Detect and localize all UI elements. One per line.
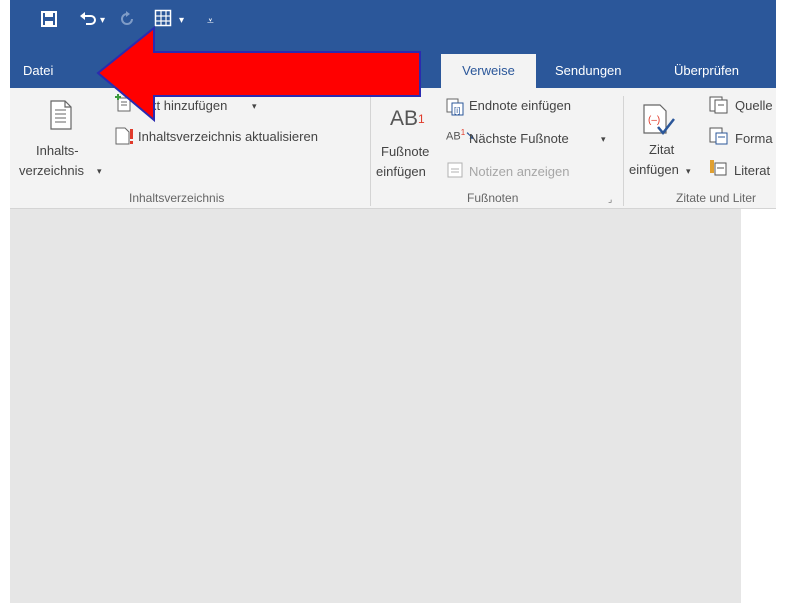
toc-group-label: Inhaltsverzeichnis bbox=[129, 191, 225, 205]
citations-group-label: Zitate und Liter bbox=[676, 191, 757, 205]
footnotes-group-label: Fußnoten bbox=[467, 191, 519, 205]
separator bbox=[623, 96, 624, 206]
insert-footnote-label-2[interactable]: einfügen bbox=[376, 164, 426, 180]
toc-dropdown-icon[interactable]: ▾ bbox=[97, 163, 102, 179]
manage-sources-label[interactable]: Quelle bbox=[735, 98, 773, 114]
style-icon[interactable] bbox=[709, 127, 729, 145]
insert-footnote-label-1[interactable]: Fußnote bbox=[381, 144, 429, 160]
insert-endnote-label[interactable]: Endnote einfügen bbox=[469, 98, 571, 114]
next-footnote-dropdown-icon[interactable]: ▾ bbox=[601, 131, 606, 147]
footnotes-dialog-launcher-icon[interactable]: ⌟ bbox=[608, 192, 612, 206]
show-notes-label: Notizen anzeigen bbox=[469, 164, 570, 179]
update-toc-label[interactable]: Inhaltsverzeichnis aktualisieren bbox=[138, 129, 318, 145]
document-workspace[interactable] bbox=[10, 209, 776, 603]
style-label[interactable]: Forma bbox=[735, 131, 773, 147]
red-arrow-annotation bbox=[96, 26, 421, 123]
table-of-contents-icon[interactable] bbox=[49, 100, 73, 130]
insert-citation-label-1[interactable]: Zitat bbox=[649, 142, 674, 158]
tab-review[interactable]: Überprüfen bbox=[674, 61, 739, 81]
insert-citation-label-2[interactable]: einfügen bbox=[629, 162, 679, 178]
svg-text:(–): (–) bbox=[648, 115, 660, 126]
bibliography-icon[interactable] bbox=[709, 158, 729, 176]
tab-mailings[interactable]: Sendungen bbox=[555, 61, 622, 81]
tab-references[interactable]: Verweise bbox=[441, 54, 536, 88]
save-icon[interactable] bbox=[40, 10, 58, 28]
toc-button-label-1[interactable]: Inhalts- bbox=[36, 143, 79, 159]
show-notes-icon bbox=[447, 162, 463, 178]
toc-button-label-2[interactable]: verzeichnis bbox=[19, 163, 84, 179]
table-icon[interactable] bbox=[154, 9, 172, 27]
update-toc-icon[interactable] bbox=[114, 127, 136, 145]
insert-citation-dropdown-icon[interactable]: ▾ bbox=[686, 163, 691, 179]
bibliography-label[interactable]: Literat bbox=[734, 163, 770, 179]
next-footnote-label[interactable]: Nächste Fußnote bbox=[469, 131, 569, 147]
document-page[interactable] bbox=[741, 209, 776, 603]
insert-citation-icon[interactable]: (–) bbox=[642, 103, 676, 137]
svg-text:[i]: [i] bbox=[454, 106, 460, 115]
endnote-icon[interactable]: [i] bbox=[446, 98, 466, 116]
tab-file[interactable]: Datei bbox=[23, 61, 53, 81]
manage-sources-icon[interactable] bbox=[709, 96, 729, 114]
undo-icon[interactable] bbox=[78, 9, 98, 29]
